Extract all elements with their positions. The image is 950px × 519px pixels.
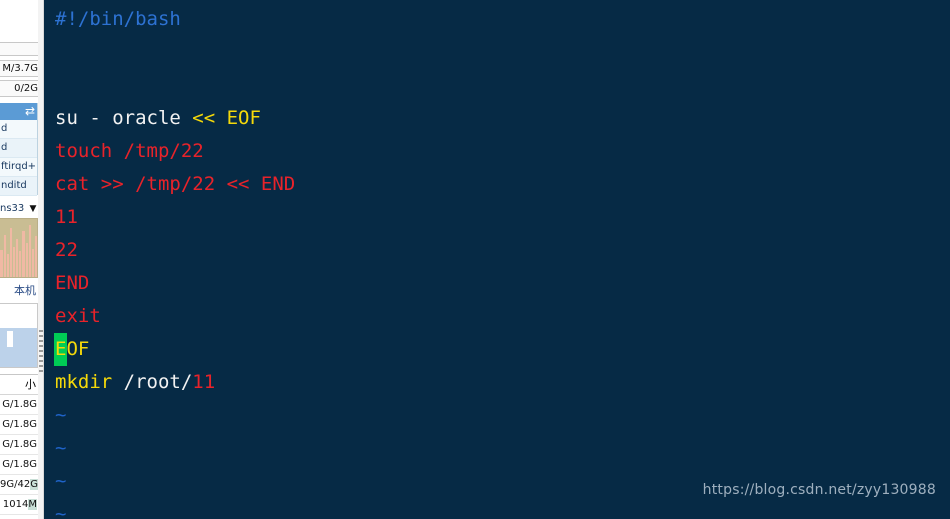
disk-usage-row[interactable]: /377M xyxy=(0,515,38,519)
process-row[interactable]: ftirqd+ xyxy=(0,158,37,177)
network-activity-bars xyxy=(0,219,37,277)
code-token: EOF xyxy=(226,107,261,129)
disk-usage-table[interactable]: 小 G/1.8G G/1.8G G/1.8G G/1.8G 9G/42G 101… xyxy=(0,374,38,519)
network-activity-graph xyxy=(0,218,38,278)
code-token: /root/ xyxy=(123,371,193,393)
code-line[interactable]: 22 xyxy=(55,234,950,267)
code-token: #!/bin/bash xyxy=(55,8,181,30)
code-token: ~ xyxy=(55,437,67,459)
code-token: exit xyxy=(55,305,101,327)
code-token: OF xyxy=(66,338,90,360)
disk-usage-row[interactable]: G/1.8G xyxy=(0,455,38,475)
memory-meter-1: M/3.7G xyxy=(0,60,38,77)
chevron-down-icon[interactable]: ▼ xyxy=(29,204,36,214)
code-line[interactable]: cat >> /tmp/22 << END xyxy=(55,168,950,201)
disk-usage-highlight: M xyxy=(28,499,37,510)
code-token: su - oracle xyxy=(55,107,193,129)
watermark: https://blog.csdn.net/zyy130988 xyxy=(702,482,936,498)
disk-activity-graph xyxy=(0,303,38,368)
code-token: cat >> /tmp/22 << END xyxy=(55,173,296,195)
sort-arrows-icon[interactable]: ⇄ xyxy=(25,104,35,119)
code-token: touch /tmp/22 xyxy=(55,140,204,162)
system-monitor-sidebar: M/3.7G 0/2G ⇄ d d ftirqd+ nditd ns33 ▼ 本… xyxy=(0,0,38,519)
memory-meter-2-label: 0/2G xyxy=(14,83,38,94)
code-line[interactable]: END xyxy=(55,267,950,300)
code-token: END xyxy=(55,272,90,294)
disk-usage-row[interactable]: G/1.8G xyxy=(0,435,38,455)
code-line[interactable]: touch /tmp/22 xyxy=(55,135,950,168)
vim-editor-buffer[interactable]: #!/bin/bash su - oracle << EOF touch /tmp… xyxy=(54,3,950,519)
code-line[interactable] xyxy=(55,36,950,69)
disk-usage-header: 小 xyxy=(0,375,38,395)
code-line[interactable]: mkdir /root/11 xyxy=(55,366,950,399)
local-machine-label: 本机 xyxy=(14,284,36,297)
disk-usage-row[interactable]: G/1.8G xyxy=(0,415,38,435)
process-row[interactable]: nditd xyxy=(0,177,37,196)
disk-usage-highlight: G xyxy=(30,479,38,490)
code-line[interactable] xyxy=(55,69,950,102)
code-token: mkdir xyxy=(55,371,124,393)
code-line[interactable]: #!/bin/bash xyxy=(55,3,950,36)
screen: M/3.7G 0/2G ⇄ d d ftirqd+ nditd ns33 ▼ 本… xyxy=(0,0,950,519)
code-token: ~ xyxy=(55,503,67,519)
code-token: 11 xyxy=(192,371,216,393)
network-interface-selector[interactable]: ns33 ▼ xyxy=(0,200,38,218)
process-row[interactable]: d xyxy=(0,139,37,158)
memory-meter-2: 0/2G xyxy=(0,80,38,97)
code-line[interactable]: EOF xyxy=(54,333,950,366)
terminal-window[interactable]: #!/bin/bash su - oracle << EOF touch /tmp… xyxy=(44,0,950,519)
disk-usage-row[interactable]: 1014M xyxy=(0,495,38,515)
sidebar-top-box xyxy=(0,42,38,56)
code-line[interactable]: 11 xyxy=(55,201,950,234)
code-token: << xyxy=(192,107,227,129)
disk-activity-area xyxy=(0,327,37,367)
code-line[interactable]: ~ xyxy=(55,399,950,432)
code-line[interactable]: exit xyxy=(55,300,950,333)
disk-usage-row[interactable]: 9G/42G xyxy=(0,475,38,495)
code-line[interactable]: ~ xyxy=(55,432,950,465)
disk-usage-row[interactable]: G/1.8G xyxy=(0,395,38,415)
code-token: 11 xyxy=(55,206,78,228)
network-interface-label: ns33 xyxy=(0,203,25,214)
code-token: ~ xyxy=(55,470,67,492)
process-row[interactable]: d xyxy=(0,120,37,139)
disk-activity-notch xyxy=(7,330,13,347)
code-token: 22 xyxy=(55,239,78,261)
process-table[interactable]: ⇄ d d ftirqd+ nditd xyxy=(0,103,38,196)
memory-meter-1-label: M/3.7G xyxy=(2,63,38,74)
code-line[interactable]: su - oracle << EOF xyxy=(55,102,950,135)
process-table-header[interactable]: ⇄ xyxy=(0,103,37,120)
code-token: ~ xyxy=(55,404,67,426)
